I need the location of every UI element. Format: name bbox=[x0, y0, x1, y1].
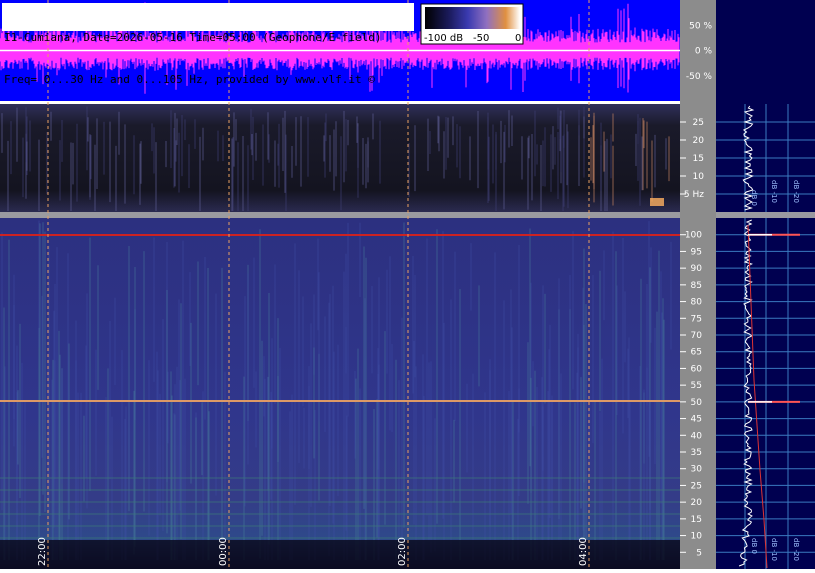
colorbar-gradient bbox=[425, 7, 520, 29]
colorbar-tick: -50 bbox=[473, 33, 489, 44]
time-label: 04:00 bbox=[578, 537, 589, 566]
high-band-tick-label: 55 bbox=[691, 381, 702, 391]
colorbar-tick: 0 bbox=[515, 33, 521, 44]
high-band-tick-label: 65 bbox=[691, 348, 702, 358]
db-label: dB -20 bbox=[792, 538, 800, 561]
time-label: 02:00 bbox=[397, 537, 408, 566]
high-band-tick-label: 30 bbox=[691, 465, 703, 475]
average-spectrum-separator bbox=[716, 212, 815, 218]
panel-separator bbox=[0, 212, 680, 218]
high-band-tick-label: 10 bbox=[691, 532, 703, 542]
high-band-tick-label: 15 bbox=[691, 515, 702, 525]
high-band-tick-label: 20 bbox=[691, 498, 703, 508]
low-band-tick-label: 25 bbox=[693, 118, 704, 128]
high-band-tick-label: 70 bbox=[691, 331, 703, 341]
high-band-tick-label: 40 bbox=[691, 431, 703, 441]
amplitude-tick-label: -50 % bbox=[686, 72, 713, 82]
db-label: dB 0 bbox=[750, 190, 758, 206]
high-band-tick-label: 50 bbox=[691, 398, 703, 408]
db-label: dB 0 bbox=[750, 538, 758, 554]
high-band-tick-label: 45 bbox=[691, 415, 702, 425]
high-band-tick-label: 85 bbox=[691, 281, 702, 291]
db-label: dB -20 bbox=[792, 180, 800, 203]
amplitude-tick-label: 0 % bbox=[695, 47, 713, 57]
db-label: dB -10 bbox=[770, 180, 778, 203]
frequency-info: Freq= 0...30 Hz and 0...105 Hz, provided… bbox=[4, 73, 375, 86]
high-band-tick-label: 75 bbox=[691, 314, 702, 324]
time-label: 00:00 bbox=[218, 537, 229, 566]
low-band-tick-label: 5 Hz bbox=[684, 190, 704, 200]
high-band-tick-label: 60 bbox=[691, 364, 703, 374]
station-title: I1-Cumiana, Date=2026-05-16 Time=05:00 (… bbox=[4, 31, 382, 44]
high-band-tick-label: 5 bbox=[696, 548, 702, 558]
chart-header: I1-Cumiana, Date=2026-05-16 Time=05:00 (… bbox=[4, 3, 414, 115]
high-band-tick-label: 25 bbox=[691, 481, 702, 491]
amplitude-tick-label: 50 % bbox=[689, 21, 712, 31]
high-band-tick-label: 100 bbox=[685, 231, 702, 241]
high-band-tick-label: 35 bbox=[691, 448, 702, 458]
db-label: dB -10 bbox=[770, 538, 778, 561]
low-band-tick-label: 20 bbox=[693, 136, 705, 146]
low-band-tick-label: 10 bbox=[693, 172, 705, 182]
colorbar-tick: -100 dB bbox=[424, 33, 463, 44]
low-band-spectrogram bbox=[0, 104, 680, 212]
low-band-hotspot bbox=[650, 198, 664, 206]
high-band-tick-label: 90 bbox=[691, 264, 703, 274]
low-band-tick-label: 15 bbox=[693, 154, 704, 164]
high-band-tick-label: 95 bbox=[691, 247, 702, 257]
time-label: 22:00 bbox=[37, 537, 48, 566]
high-band-tick-label: 80 bbox=[691, 298, 703, 308]
